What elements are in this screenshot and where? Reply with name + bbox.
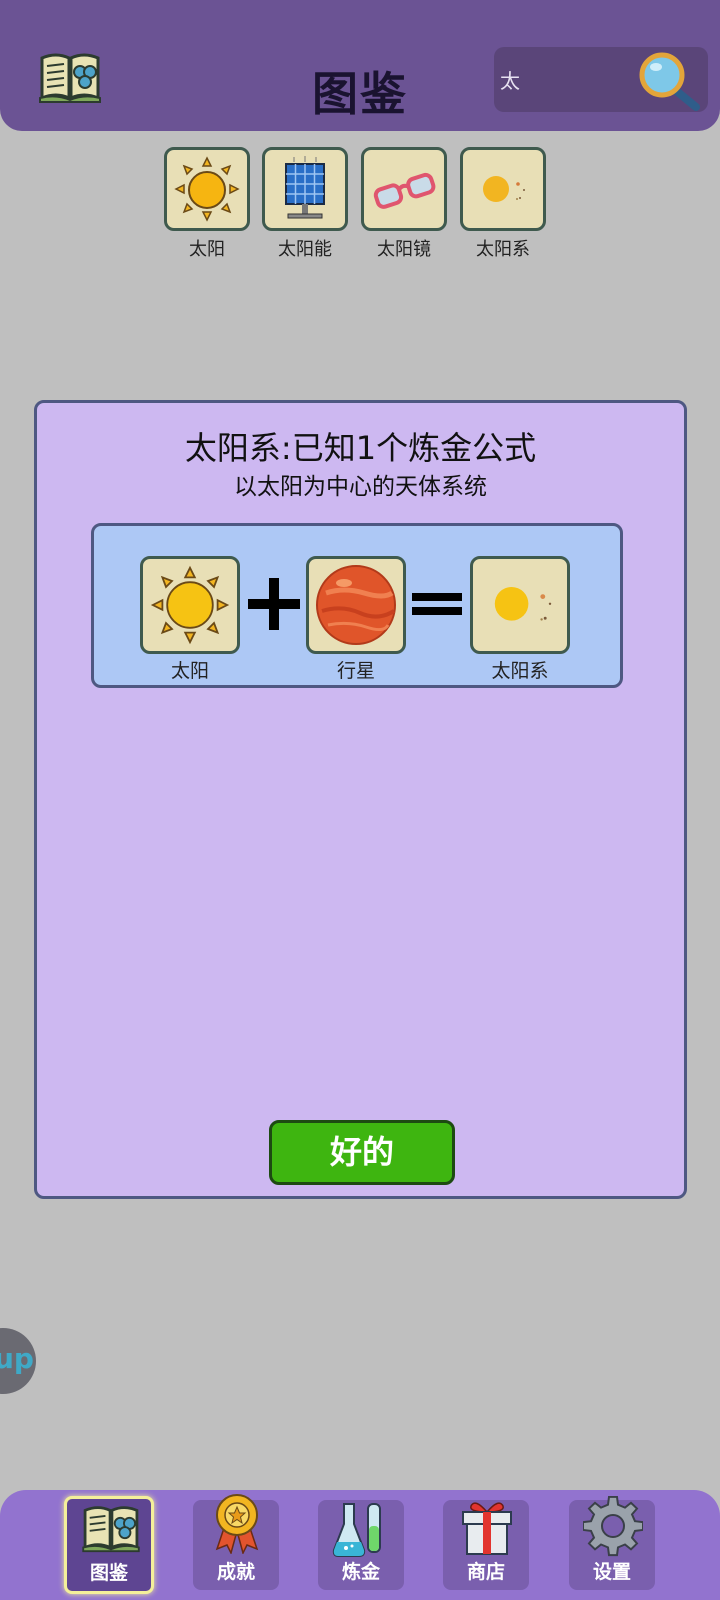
result-label: 太阳 (189, 239, 225, 260)
nav-item-settings[interactable]: 设置 (569, 1496, 655, 1590)
nav-label: 设置 (592, 1561, 631, 1583)
result-label: 太阳系 (476, 239, 530, 260)
gift-icon (462, 1502, 512, 1555)
formula-input-sun[interactable]: 太阳 (140, 556, 240, 683)
result-item-solar-system[interactable]: 太阳系 (460, 147, 546, 261)
page-title: 图鉴 (312, 67, 408, 121)
formula-tile[interactable] (470, 556, 570, 654)
search-icon[interactable] (636, 51, 702, 111)
formula-label: 太阳系 (491, 660, 549, 682)
formula-tile[interactable] (306, 556, 406, 654)
top-header: 图鉴 (0, 0, 720, 131)
result-label: 太阳镜 (377, 239, 431, 260)
result-item-sun[interactable]: 太阳 (164, 147, 250, 261)
nav-label: 炼金 (341, 1561, 380, 1583)
result-label: 太阳能 (278, 239, 332, 260)
formula-label: 行星 (336, 660, 375, 682)
planet-icon (316, 565, 396, 645)
gear-icon (583, 1496, 643, 1557)
result-tile[interactable] (460, 147, 546, 231)
sunglasses-icon (373, 172, 436, 209)
formula-card: 太阳 行星 太阳系 (91, 523, 623, 688)
formula-input-planet[interactable]: 行星 (306, 556, 406, 683)
flask-icon (332, 1503, 381, 1557)
result-tile[interactable] (361, 147, 447, 231)
result-item-solar-energy[interactable]: 太阳能 (262, 147, 348, 261)
side-float-label: up (0, 1342, 34, 1375)
formula-label: 太阳 (170, 660, 209, 682)
result-tile[interactable] (262, 147, 348, 231)
search-box[interactable] (494, 47, 708, 112)
result-tile[interactable] (164, 147, 250, 231)
solar-panel-icon (285, 156, 325, 219)
book-icon (82, 1506, 140, 1553)
solar-system-icon (494, 587, 552, 621)
nav-item-shop[interactable]: 商店 (443, 1500, 529, 1590)
nav-item-achievements[interactable]: 成就 (193, 1494, 279, 1590)
bottom-nav: 图鉴 成就 炼金 商店 设置 (0, 1490, 720, 1600)
nav-item-alchemy[interactable]: 炼金 (318, 1500, 404, 1590)
side-float-button[interactable]: up (0, 1328, 36, 1394)
dialog-title: 太阳系:已知1个炼金公式 (184, 429, 537, 467)
nav-label: 成就 (216, 1561, 255, 1583)
ok-button[interactable]: 好的 (269, 1120, 455, 1185)
book-icon[interactable] (38, 50, 102, 104)
formula-tile[interactable] (140, 556, 240, 654)
result-item-sunglasses[interactable]: 太阳镜 (361, 147, 447, 261)
solar-system-icon (483, 176, 525, 202)
search-input[interactable] (500, 61, 640, 97)
equals-icon (406, 574, 466, 634)
recipe-dialog: 太阳系:已知1个炼金公式 以太阳为中心的天体系统 太阳 行星 太阳系 好的 (34, 400, 687, 1199)
plus-icon (244, 574, 304, 634)
formula-output-solar-system[interactable]: 太阳系 (470, 556, 570, 683)
dialog-subtitle: 以太阳为中心的天体系统 (234, 474, 487, 500)
nav-item-codex[interactable]: 图鉴 (64, 1496, 154, 1594)
nav-label: 图鉴 (89, 1562, 128, 1584)
sun-icon (174, 156, 240, 222)
medal-icon (215, 1494, 259, 1554)
sun-icon (150, 565, 230, 645)
nav-label: 商店 (466, 1561, 505, 1583)
